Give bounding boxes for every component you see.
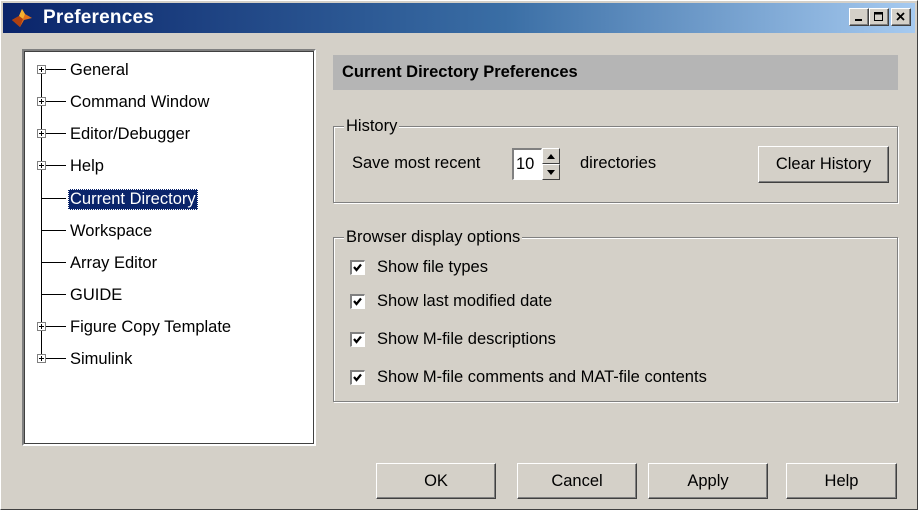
checkmark-icon (353, 373, 362, 382)
help-button[interactable]: Help (786, 463, 897, 499)
maximize-icon (874, 12, 883, 21)
show-file-types-checkbox[interactable] (350, 259, 365, 275)
cancel-button[interactable]: Cancel (517, 463, 637, 499)
history-prefix-label: Save most recent (352, 154, 481, 172)
show-file-types-label: Show file types (377, 257, 488, 276)
tree-connector-line (41, 65, 42, 363)
close-icon (896, 12, 905, 21)
show-last-modified-checkbox[interactable] (350, 293, 365, 309)
spin-up-button[interactable] (542, 148, 560, 164)
expand-plus-icon[interactable] (37, 322, 46, 331)
expand-plus-icon[interactable] (37, 97, 46, 106)
show-last-modified-label: Show last modified date (377, 291, 553, 310)
show-mfile-descriptions-label: Show M-file descriptions (377, 329, 556, 348)
tree-item-label: Simulink (70, 349, 133, 368)
ok-button[interactable]: OK (376, 463, 496, 499)
checkmark-icon (353, 335, 362, 344)
window-title: Preferences (43, 7, 154, 28)
expand-plus-icon[interactable] (37, 354, 46, 363)
history-count-spinner[interactable] (542, 148, 560, 180)
preferences-tree[interactable]: General Command Window Editor/Debugger H… (22, 49, 316, 446)
history-count-input[interactable]: 10 (512, 148, 542, 180)
arrow-down-icon (547, 169, 555, 175)
show-mfile-comments-label: Show M-file comments and MAT-file conten… (377, 367, 707, 386)
panel-header: Current Directory Preferences (333, 55, 898, 90)
show-file-types-option[interactable]: Show file types (350, 255, 488, 279)
expand-plus-icon[interactable] (37, 161, 46, 170)
tree-item-label: Array Editor (70, 253, 158, 272)
maximize-button[interactable] (869, 8, 889, 26)
tree-item-label: GUIDE (70, 285, 123, 304)
title-bar[interactable]: Preferences (3, 3, 915, 33)
tree-item-label: General (70, 60, 129, 79)
matlab-logo-icon (11, 5, 39, 31)
show-mfile-comments-option[interactable]: Show M-file comments and MAT-file conten… (350, 365, 707, 389)
history-group-label: History (344, 116, 400, 136)
checkmark-icon (353, 263, 362, 272)
close-button[interactable] (891, 8, 911, 26)
tree-item-label: Workspace (70, 221, 153, 240)
tree-item-label: Help (70, 156, 104, 175)
apply-button[interactable]: Apply (648, 463, 768, 499)
show-mfile-descriptions-option[interactable]: Show M-file descriptions (350, 327, 556, 351)
history-suffix-label: directories (580, 154, 657, 172)
checkmark-icon (353, 297, 362, 306)
show-mfile-descriptions-checkbox[interactable] (350, 331, 365, 347)
tree-item-label-selected: Current Directory (68, 188, 198, 210)
expand-plus-icon[interactable] (37, 65, 46, 74)
browser-display-group-label: Browser display options (344, 227, 523, 247)
minimize-button[interactable] (849, 8, 869, 26)
arrow-up-icon (547, 153, 555, 159)
panel-title: Current Directory Preferences (342, 63, 578, 81)
clear-history-button[interactable]: Clear History (758, 146, 889, 183)
minimize-icon (855, 19, 862, 21)
tree-item-label: Editor/Debugger (70, 124, 191, 143)
tree-item-label: Command Window (70, 92, 210, 111)
tree-item-label: Figure Copy Template (70, 317, 232, 336)
show-last-modified-option[interactable]: Show last modified date (350, 289, 552, 313)
expand-plus-icon[interactable] (37, 129, 46, 138)
preferences-window: Preferences General Command Window Edito… (0, 0, 918, 510)
spin-down-button[interactable] (542, 164, 560, 180)
show-mfile-comments-checkbox[interactable] (350, 369, 365, 385)
